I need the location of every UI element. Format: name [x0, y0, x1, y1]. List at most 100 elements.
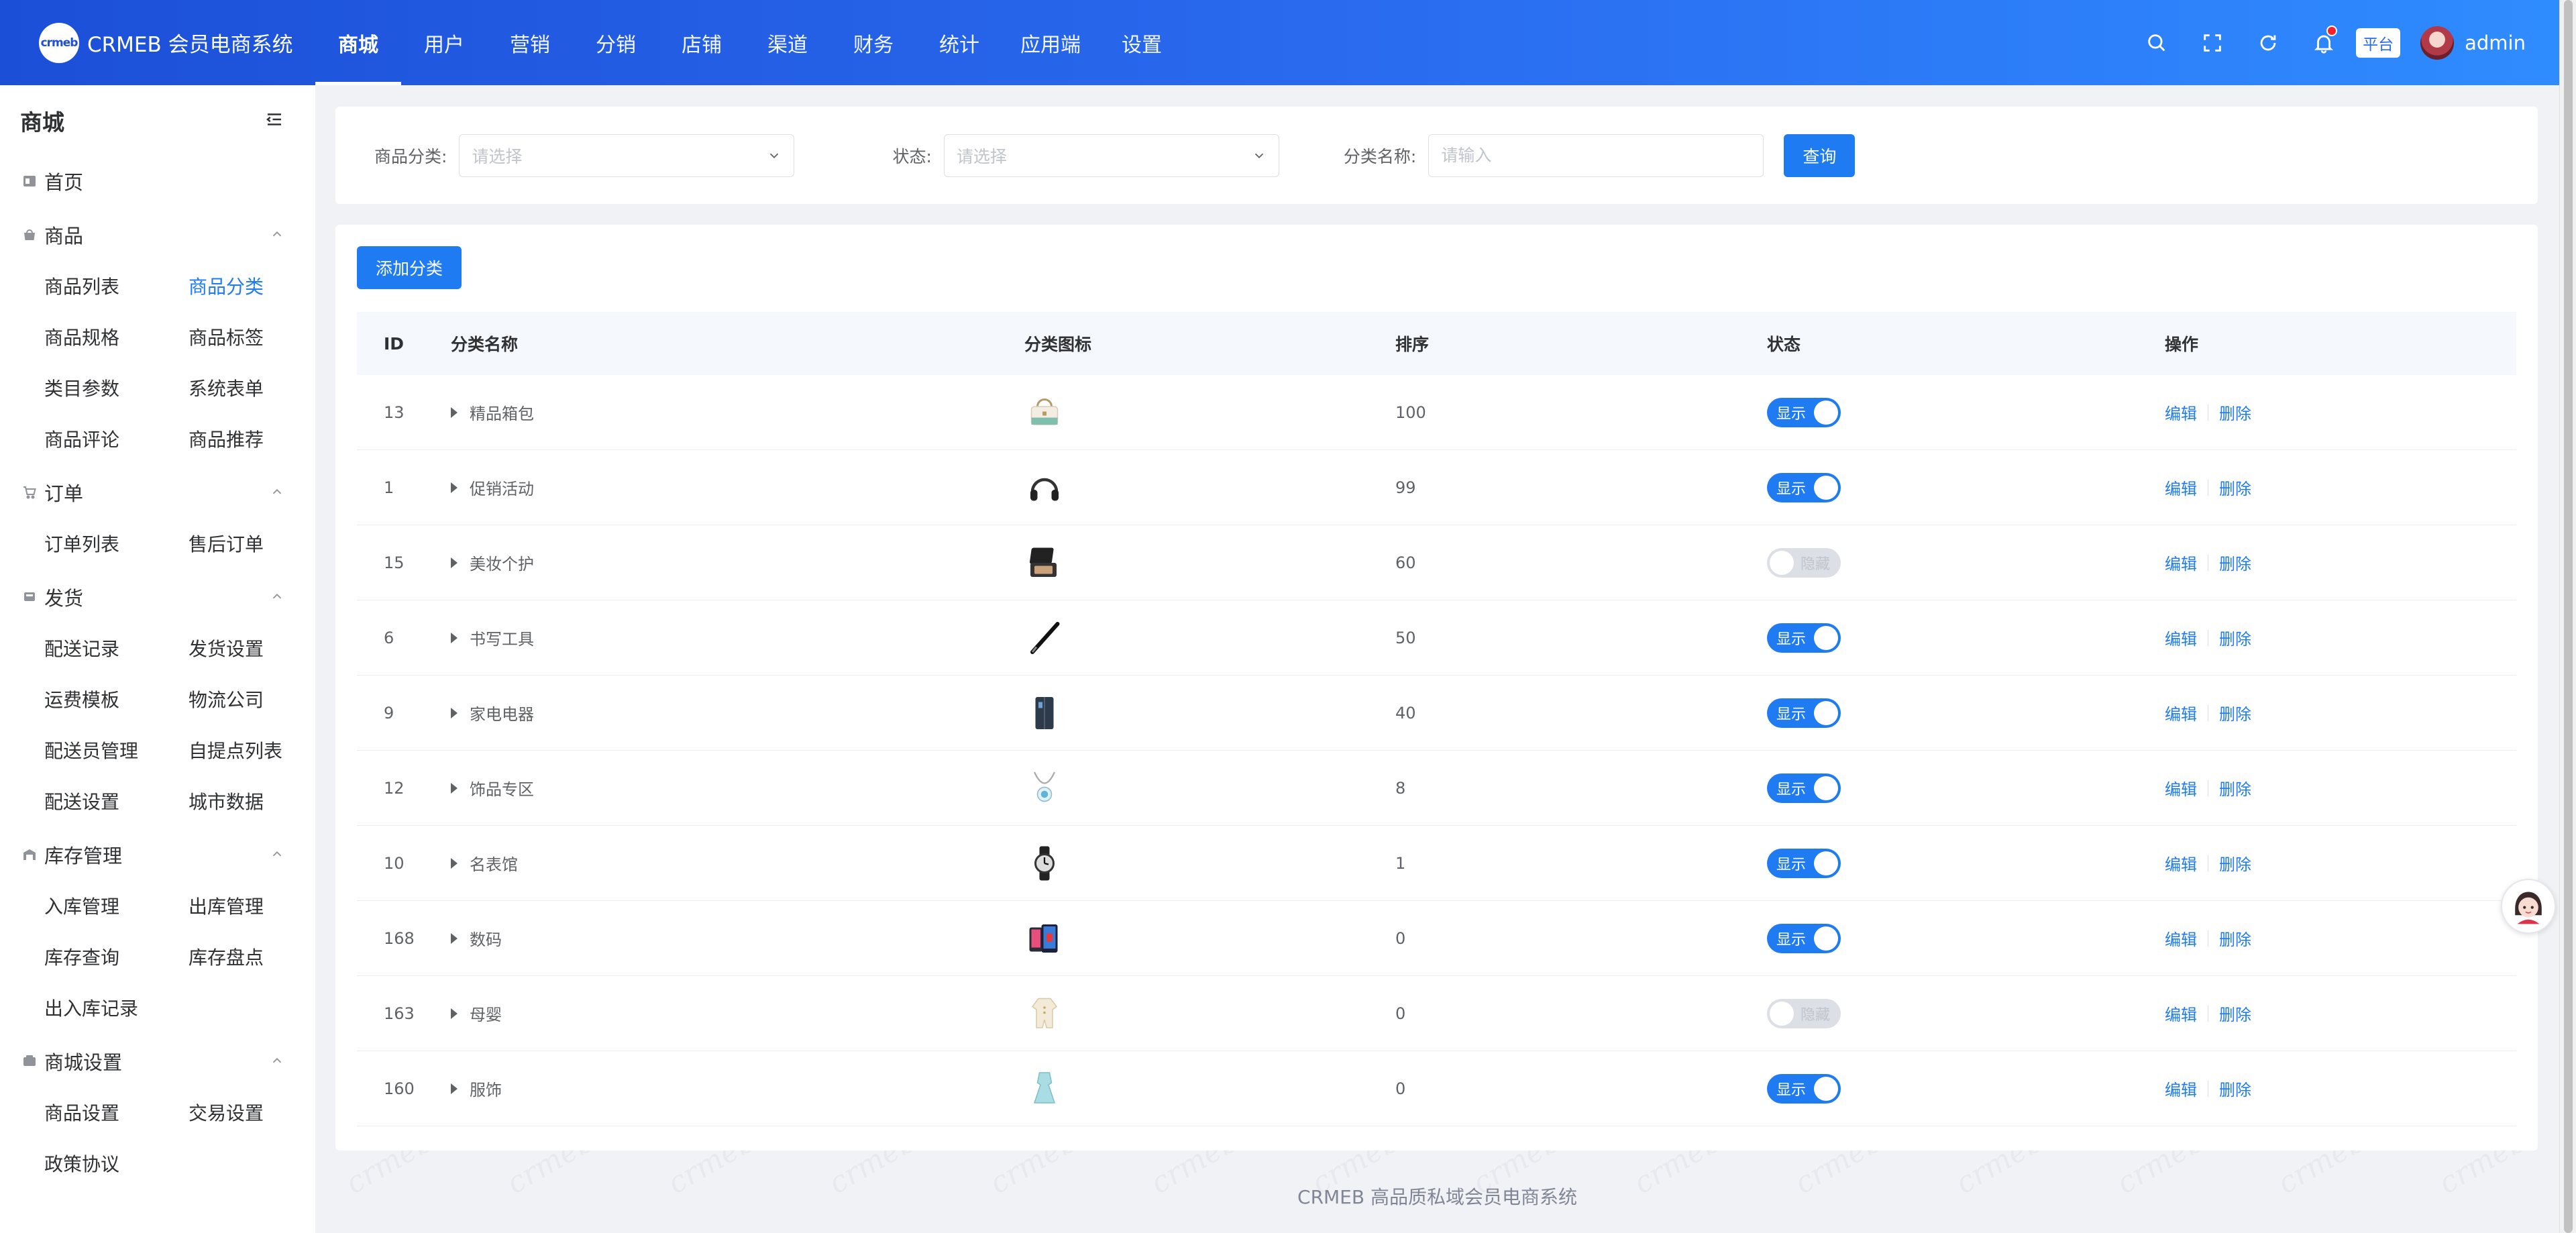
- sidebar-subitem[interactable]: 自提点列表: [189, 725, 315, 775]
- bell-icon[interactable]: [2312, 25, 2338, 55]
- sidebar-group-0[interactable]: 商品: [0, 209, 315, 260]
- top-nav-item[interactable]: 营销: [487, 0, 573, 85]
- sidebar-subitem[interactable]: 出库管理: [189, 880, 315, 931]
- sidebar-subitem[interactable]: 商品设置: [44, 1087, 189, 1138]
- edit-link[interactable]: 编辑: [2165, 1002, 2197, 1025]
- sidebar-group-4[interactable]: 商城设置: [0, 1036, 315, 1087]
- edit-link[interactable]: 编辑: [2165, 626, 2197, 649]
- page-scrollbar[interactable]: [2559, 0, 2576, 1233]
- delete-link[interactable]: 删除: [2219, 1077, 2251, 1100]
- sidebar-group-3[interactable]: 库存管理: [0, 829, 315, 880]
- sidebar-subitem[interactable]: 商品标签: [189, 311, 315, 362]
- status-toggle[interactable]: 显示: [1767, 623, 1841, 653]
- sidebar-subitem[interactable]: 商品列表: [44, 260, 189, 311]
- top-nav-item[interactable]: 设置: [1099, 0, 1185, 85]
- sidebar-subitem[interactable]: 商品评论: [44, 413, 189, 464]
- delete-link[interactable]: 删除: [2219, 1002, 2251, 1025]
- add-category-button[interactable]: 添加分类: [357, 246, 462, 289]
- status-toggle[interactable]: 显示: [1767, 1073, 1841, 1104]
- scrollbar-thumb[interactable]: [2564, 0, 2573, 1233]
- sidebar-subitem[interactable]: 配送员管理: [44, 725, 189, 775]
- watch-icon[interactable]: [1024, 843, 1065, 883]
- status-toggle[interactable]: 显示: [1767, 472, 1841, 502]
- baby-romper-icon[interactable]: [1024, 994, 1065, 1034]
- user-avatar[interactable]: [2420, 25, 2455, 60]
- sidebar-subitem[interactable]: 商品规格: [44, 311, 189, 362]
- delete-link[interactable]: 删除: [2219, 551, 2251, 574]
- sidebar-subitem[interactable]: 配送记录: [44, 623, 189, 674]
- sidebar-subitem[interactable]: 商品分类: [189, 260, 315, 311]
- edit-link[interactable]: 编辑: [2165, 551, 2197, 574]
- delete-link[interactable]: 删除: [2219, 926, 2251, 950]
- sidebar-group-1[interactable]: 订单: [0, 467, 315, 518]
- query-button[interactable]: 查询: [1784, 133, 1856, 177]
- edit-link[interactable]: 编辑: [2165, 776, 2197, 800]
- sidebar-subitem[interactable]: 运费模板: [44, 674, 189, 725]
- status-toggle[interactable]: 显示: [1767, 698, 1841, 728]
- sidebar-subitem[interactable]: 物流公司: [189, 674, 315, 725]
- status-toggle[interactable]: 显示: [1767, 773, 1841, 803]
- sidebar-subitem[interactable]: 发货设置: [189, 623, 315, 674]
- brand-logo[interactable]: crmeb CRMEB 会员电商系统: [0, 22, 315, 63]
- top-nav-item[interactable]: 用户: [401, 0, 487, 85]
- top-nav-item[interactable]: 店铺: [659, 0, 745, 85]
- edit-link[interactable]: 编辑: [2165, 926, 2197, 950]
- status-toggle[interactable]: 显示: [1767, 923, 1841, 953]
- sidebar-subitem[interactable]: 售后订单: [189, 518, 315, 569]
- sidebar-subitem[interactable]: 政策协议: [44, 1138, 189, 1189]
- delete-link[interactable]: 删除: [2219, 476, 2251, 499]
- category-filter-select[interactable]: 请选择: [459, 133, 795, 177]
- status-toggle[interactable]: 隐藏: [1767, 547, 1841, 578]
- expand-arrow-icon[interactable]: [451, 407, 458, 418]
- sidebar-subitem[interactable]: 系统表单: [189, 362, 315, 413]
- edit-link[interactable]: 编辑: [2165, 701, 2197, 725]
- status-toggle[interactable]: 显示: [1767, 848, 1841, 878]
- top-nav-item[interactable]: 应用端: [1002, 0, 1099, 85]
- top-nav-item[interactable]: 分销: [573, 0, 659, 85]
- edit-link[interactable]: 编辑: [2165, 851, 2197, 875]
- expand-arrow-icon[interactable]: [451, 557, 458, 568]
- sidebar-subitem[interactable]: 订单列表: [44, 518, 189, 569]
- sidebar-subitem[interactable]: 城市数据: [189, 775, 315, 826]
- dress-icon[interactable]: [1024, 1069, 1065, 1109]
- expand-arrow-icon[interactable]: [451, 707, 458, 718]
- necklace-icon[interactable]: [1024, 768, 1065, 808]
- compact-powder-icon[interactable]: [1024, 543, 1065, 583]
- sidebar-group-2[interactable]: 发货: [0, 572, 315, 623]
- top-nav-item[interactable]: 商城: [315, 0, 401, 85]
- top-nav-item[interactable]: 财务: [830, 0, 916, 85]
- customer-service-avatar-icon[interactable]: [2501, 879, 2556, 934]
- sidebar-subitem[interactable]: 配送设置: [44, 775, 189, 826]
- fridge-icon[interactable]: [1024, 693, 1065, 733]
- delete-link[interactable]: 删除: [2219, 776, 2251, 800]
- edit-link[interactable]: 编辑: [2165, 1077, 2197, 1100]
- edit-link[interactable]: 编辑: [2165, 476, 2197, 499]
- username[interactable]: admin: [2465, 32, 2526, 54]
- sidebar-item-home[interactable]: 首页: [0, 156, 315, 207]
- sidebar-subitem[interactable]: 交易设置: [189, 1087, 315, 1138]
- expand-arrow-icon[interactable]: [451, 1008, 458, 1019]
- expand-arrow-icon[interactable]: [451, 1083, 458, 1094]
- delete-link[interactable]: 删除: [2219, 626, 2251, 649]
- expand-arrow-icon[interactable]: [451, 482, 458, 493]
- expand-arrow-icon[interactable]: [451, 782, 458, 794]
- sidebar-subitem[interactable]: 出入库记录: [44, 982, 189, 1033]
- collapse-menu-icon[interactable]: [264, 109, 284, 132]
- delete-link[interactable]: 删除: [2219, 701, 2251, 725]
- name-filter-input[interactable]: [1428, 133, 1764, 177]
- search-icon[interactable]: [2145, 31, 2169, 55]
- refresh-icon[interactable]: [2256, 31, 2280, 55]
- sidebar-subitem[interactable]: 类目参数: [44, 362, 189, 413]
- status-filter-select[interactable]: 请选择: [943, 133, 1279, 177]
- sidebar-subitem[interactable]: 商品推荐: [189, 413, 315, 464]
- edit-link[interactable]: 编辑: [2165, 400, 2197, 424]
- top-nav-item[interactable]: 统计: [916, 0, 1002, 85]
- status-toggle[interactable]: 显示: [1767, 397, 1841, 427]
- headphones-icon[interactable]: [1024, 468, 1065, 508]
- sidebar-subitem[interactable]: 入库管理: [44, 880, 189, 931]
- pen-icon[interactable]: [1024, 618, 1065, 658]
- delete-link[interactable]: 删除: [2219, 851, 2251, 875]
- handbag-icon[interactable]: [1024, 392, 1065, 433]
- top-nav-item[interactable]: 渠道: [745, 0, 830, 85]
- phones-icon[interactable]: [1024, 918, 1065, 959]
